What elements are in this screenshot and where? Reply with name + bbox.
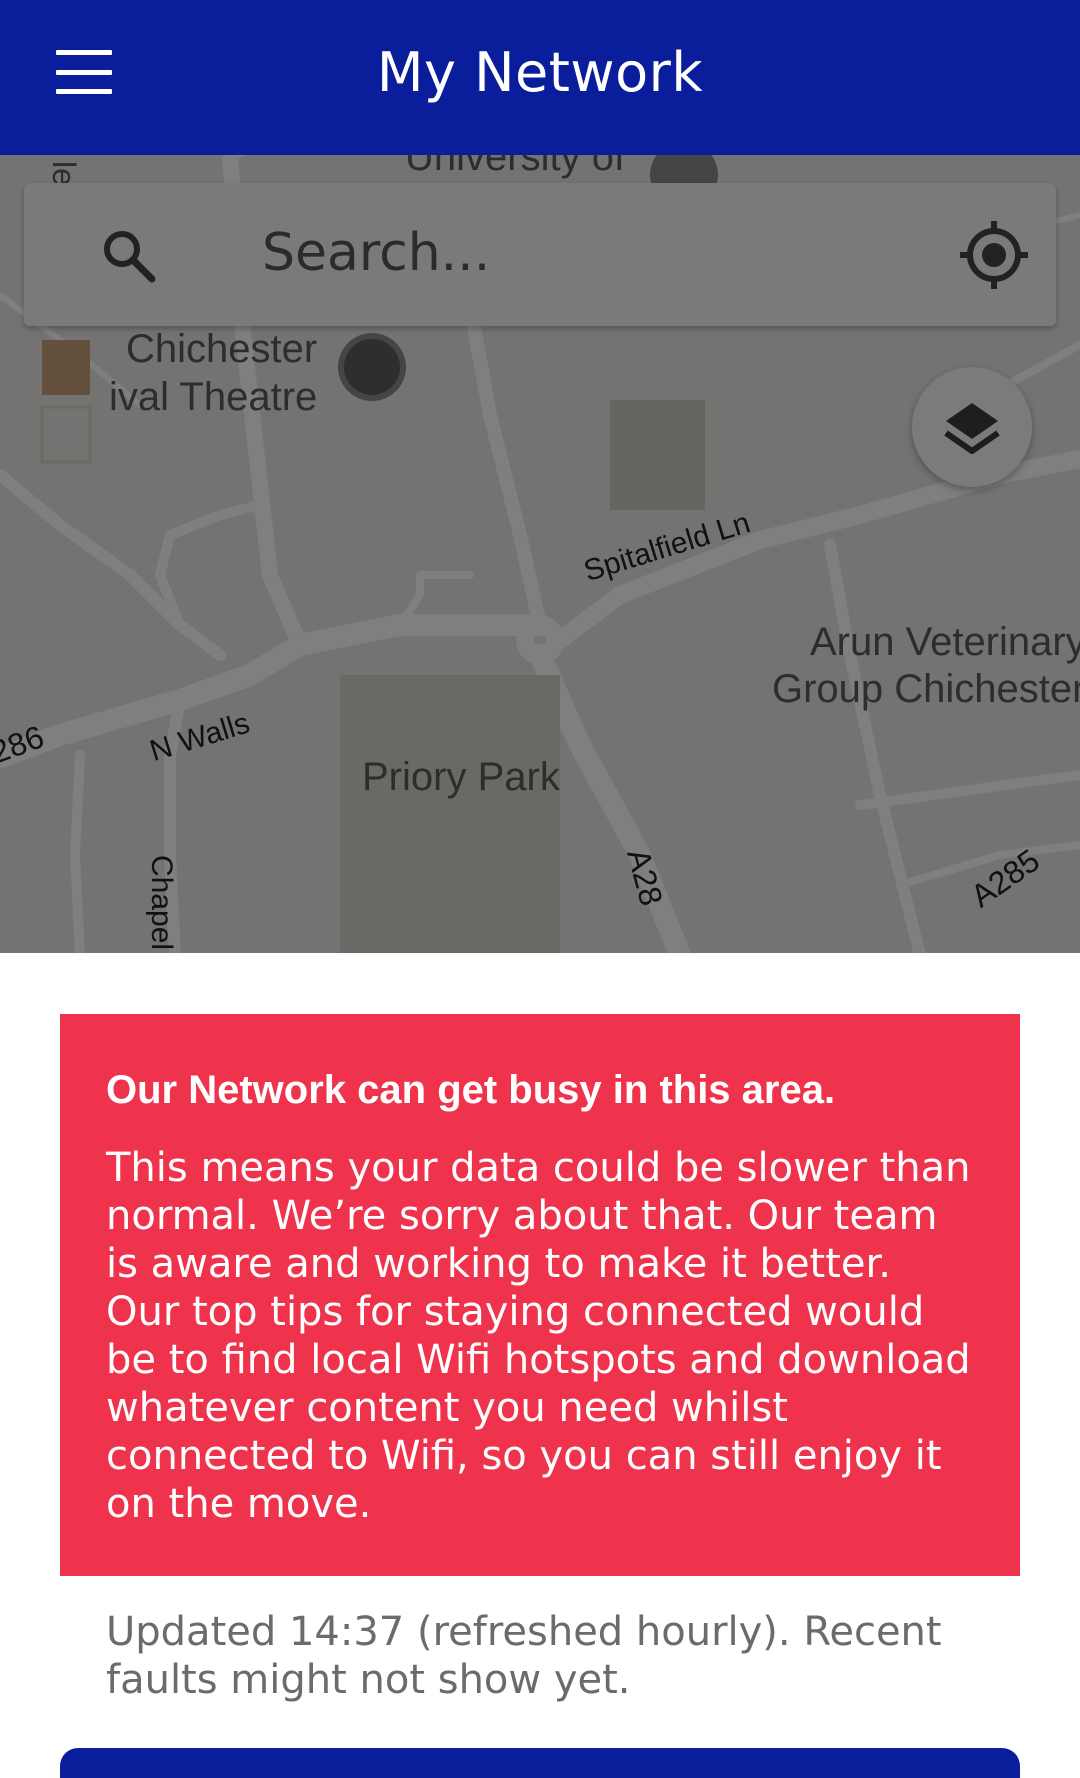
menu-line — [56, 50, 112, 55]
menu-line — [56, 89, 112, 94]
park-area — [340, 675, 560, 953]
hamburger-menu-icon[interactable] — [56, 50, 112, 94]
my-location-icon[interactable] — [958, 219, 1030, 291]
building — [610, 400, 705, 510]
alert-body: This means your data could be slower tha… — [106, 1145, 971, 1527]
bottom-action-button[interactable] — [60, 1748, 1020, 1778]
page-title: My Network — [376, 41, 704, 104]
network-busy-alert: Our Network can get busy in this area. T… — [60, 1014, 1020, 1576]
map-label-theatre-2: ival Theatre — [109, 375, 318, 419]
map-layers-button[interactable] — [912, 367, 1032, 487]
layers-icon — [944, 403, 1000, 454]
map-label-arun-1: Arun Veterinary — [810, 620, 1080, 664]
map-label-theatre-1: Chichester — [126, 327, 318, 371]
menu-line — [56, 69, 112, 75]
alert-title: Our Network can get busy in this area. — [106, 1068, 836, 1112]
map-label-chapel: Chapel — [145, 855, 178, 951]
search-icon[interactable] — [100, 227, 156, 283]
search-input[interactable] — [262, 213, 902, 293]
map-marker — [40, 405, 92, 464]
search-bar[interactable] — [24, 183, 1056, 326]
map-marker — [42, 340, 90, 395]
update-note: Updated 14:37 (refreshed hourly). Recent… — [106, 1609, 942, 1703]
app-bar: My Network — [0, 0, 1080, 155]
map-label-university: University of — [405, 155, 626, 179]
map-label-arun-2: Group Chichester — [772, 667, 1080, 711]
map-label-priory-park: Priory Park — [362, 755, 560, 799]
